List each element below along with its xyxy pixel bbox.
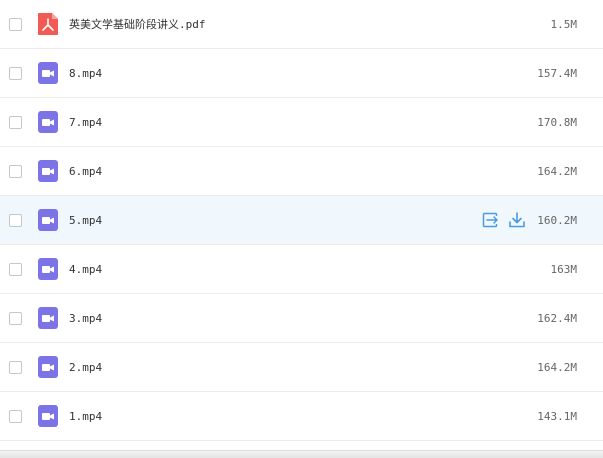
row-checkbox[interactable] xyxy=(9,409,22,423)
file-name[interactable]: 1.mp4 xyxy=(69,410,102,423)
file-name[interactable]: 3.mp4 xyxy=(69,312,102,325)
file-name[interactable]: 2.mp4 xyxy=(69,361,102,374)
file-list: 英美文学基础阶段讲义.pdf 1.5M 8.mp4 157.4M 7.mp4 1… xyxy=(0,0,603,458)
file-row[interactable]: 英美文学基础阶段讲义.pdf 1.5M xyxy=(0,0,603,49)
row-checkbox[interactable] xyxy=(9,164,22,178)
video-icon xyxy=(38,405,58,427)
video-icon xyxy=(38,209,58,231)
file-name[interactable]: 8.mp4 xyxy=(69,67,102,80)
file-row[interactable]: 4.mp4 163M xyxy=(0,245,603,294)
file-row[interactable]: 3.mp4 162.4M xyxy=(0,294,603,343)
file-size: 164.2M xyxy=(537,164,577,178)
file-name[interactable]: 5.mp4 xyxy=(69,214,102,227)
file-row[interactable]: 2.mp4 164.2M xyxy=(0,343,603,392)
row-checkbox[interactable] xyxy=(9,262,22,276)
file-size: 143.1M xyxy=(537,409,577,423)
row-checkbox[interactable] xyxy=(9,17,22,31)
row-checkbox[interactable] xyxy=(9,311,22,325)
file-name[interactable]: 7.mp4 xyxy=(69,116,102,129)
file-name[interactable]: 6.mp4 xyxy=(69,165,102,178)
video-icon xyxy=(38,62,58,84)
file-row[interactable]: 8.mp4 157.4M xyxy=(0,49,603,98)
video-icon xyxy=(38,160,58,182)
row-checkbox[interactable] xyxy=(9,360,22,374)
download-icon[interactable] xyxy=(508,211,526,229)
video-icon xyxy=(38,111,58,133)
file-row[interactable]: 6.mp4 164.2M xyxy=(0,147,603,196)
row-checkbox[interactable] xyxy=(9,213,22,227)
video-icon xyxy=(38,307,58,329)
file-size: 170.8M xyxy=(537,115,577,129)
file-name[interactable]: 英美文学基础阶段讲义.pdf xyxy=(69,16,206,32)
file-row[interactable]: 7.mp4 170.8M xyxy=(0,98,603,147)
video-icon xyxy=(38,356,58,378)
file-name[interactable]: 4.mp4 xyxy=(69,263,102,276)
video-icon xyxy=(38,258,58,280)
file-size: 1.5M xyxy=(550,17,578,31)
horizontal-scrollbar[interactable] xyxy=(0,450,603,458)
file-row[interactable]: 1.mp4 143.1M xyxy=(0,392,603,441)
file-size: 163M xyxy=(550,262,578,276)
file-size: 160.2M xyxy=(537,213,577,227)
row-checkbox[interactable] xyxy=(9,66,22,80)
file-size: 157.4M xyxy=(537,66,577,80)
pdf-icon xyxy=(38,13,58,35)
row-checkbox[interactable] xyxy=(9,115,22,129)
file-size: 164.2M xyxy=(537,360,577,374)
file-size: 162.4M xyxy=(537,311,577,325)
file-row[interactable]: 5.mp4 160.2M xyxy=(0,196,603,245)
move-to-icon[interactable] xyxy=(482,211,500,229)
